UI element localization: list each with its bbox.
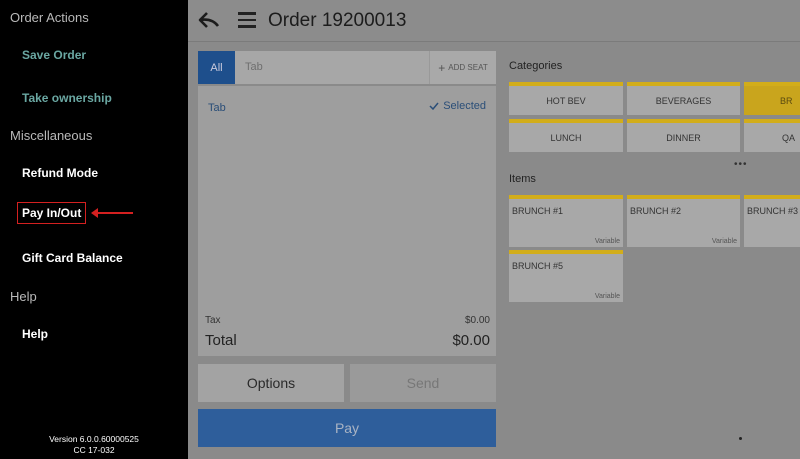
top-bar: Order 19200013 [188,0,800,42]
total-value: $0.00 [452,332,490,349]
send-button[interactable]: Send [350,364,496,402]
total-label: Total [205,332,237,349]
section-miscellaneous: Miscellaneous [10,128,93,143]
take-ownership-button[interactable]: Take ownership [22,91,112,105]
category-tile[interactable]: QA [744,119,800,152]
item-tile[interactable]: BRUNCH #1 Variable [509,195,623,247]
save-order-button[interactable]: Save Order [22,48,86,62]
gift-card-balance-button[interactable]: Gift Card Balance [22,251,123,265]
tab-name-field[interactable]: Tab [245,61,263,73]
add-seat-label: ADD SEAT [448,63,488,72]
hamburger-menu-icon[interactable] [238,12,256,28]
item-name: BRUNCH #2 [630,206,682,216]
highlight-arrow [91,208,133,218]
pager-dots: ••• [734,159,748,170]
order-screen: Order 19200013 All Tab + ADD SEAT Tab Se… [188,0,800,459]
sidebar-menu: Order Actions Save Order Take ownership … [0,0,188,459]
item-name: BRUNCH #5 [512,261,564,271]
item-name: BRUNCH #1 [512,206,564,216]
refund-mode-button[interactable]: Refund Mode [22,166,98,180]
item-tile[interactable]: BRUNCH #2 Variable [627,195,740,247]
item-tag: Variable [594,238,620,245]
category-tile[interactable]: DINNER [627,119,740,152]
tax-label: Tax [205,315,221,326]
tab-all[interactable]: All [198,51,235,84]
checkmark-icon [429,102,439,110]
order-totals: Tax $0.00 Total $0.00 [198,312,496,356]
plus-icon: + [438,60,446,75]
scroll-dot [739,437,742,440]
category-tile[interactable]: HOT BEV [509,82,623,115]
section-help: Help [10,289,37,304]
menu-panel: Categories HOT BEV BEVERAGES BR LUNCH DI… [507,42,800,459]
pay-button[interactable]: Pay [198,409,496,447]
items-heading: Items [509,173,536,185]
pay-in-out-button[interactable]: Pay In/Out [17,202,87,224]
back-arrow-icon[interactable] [198,10,220,30]
version-text: Version 6.0.0.60000525 [49,434,139,444]
category-tile[interactable]: BEVERAGES [627,82,740,115]
section-order-actions: Order Actions [10,10,89,25]
item-tag: Variable [594,293,620,300]
item-tile[interactable]: BRUNCH #5 Variable [509,250,623,302]
item-tag: Variable [711,238,737,245]
tax-value: $0.00 [464,315,490,326]
selected-indicator: Selected [429,100,486,112]
cc-version-text: CC 17-032 [73,445,115,455]
add-seat-button[interactable]: + ADD SEAT [429,51,496,84]
item-tile[interactable]: BRUNCH #3 [744,195,800,247]
categories-heading: Categories [509,60,563,72]
item-name: BRUNCH #3 [747,206,799,216]
seat-tabs: All Tab + ADD SEAT [198,51,496,84]
category-tile-selected[interactable]: BR [744,82,800,115]
page-title: Order 19200013 [268,10,407,31]
category-tile[interactable]: LUNCH [509,119,623,152]
options-button[interactable]: Options [198,364,344,402]
help-button[interactable]: Help [22,327,48,341]
selected-label: Selected [443,100,486,112]
order-row-name[interactable]: Tab [208,102,226,114]
order-list: Tab Selected [198,86,496,312]
